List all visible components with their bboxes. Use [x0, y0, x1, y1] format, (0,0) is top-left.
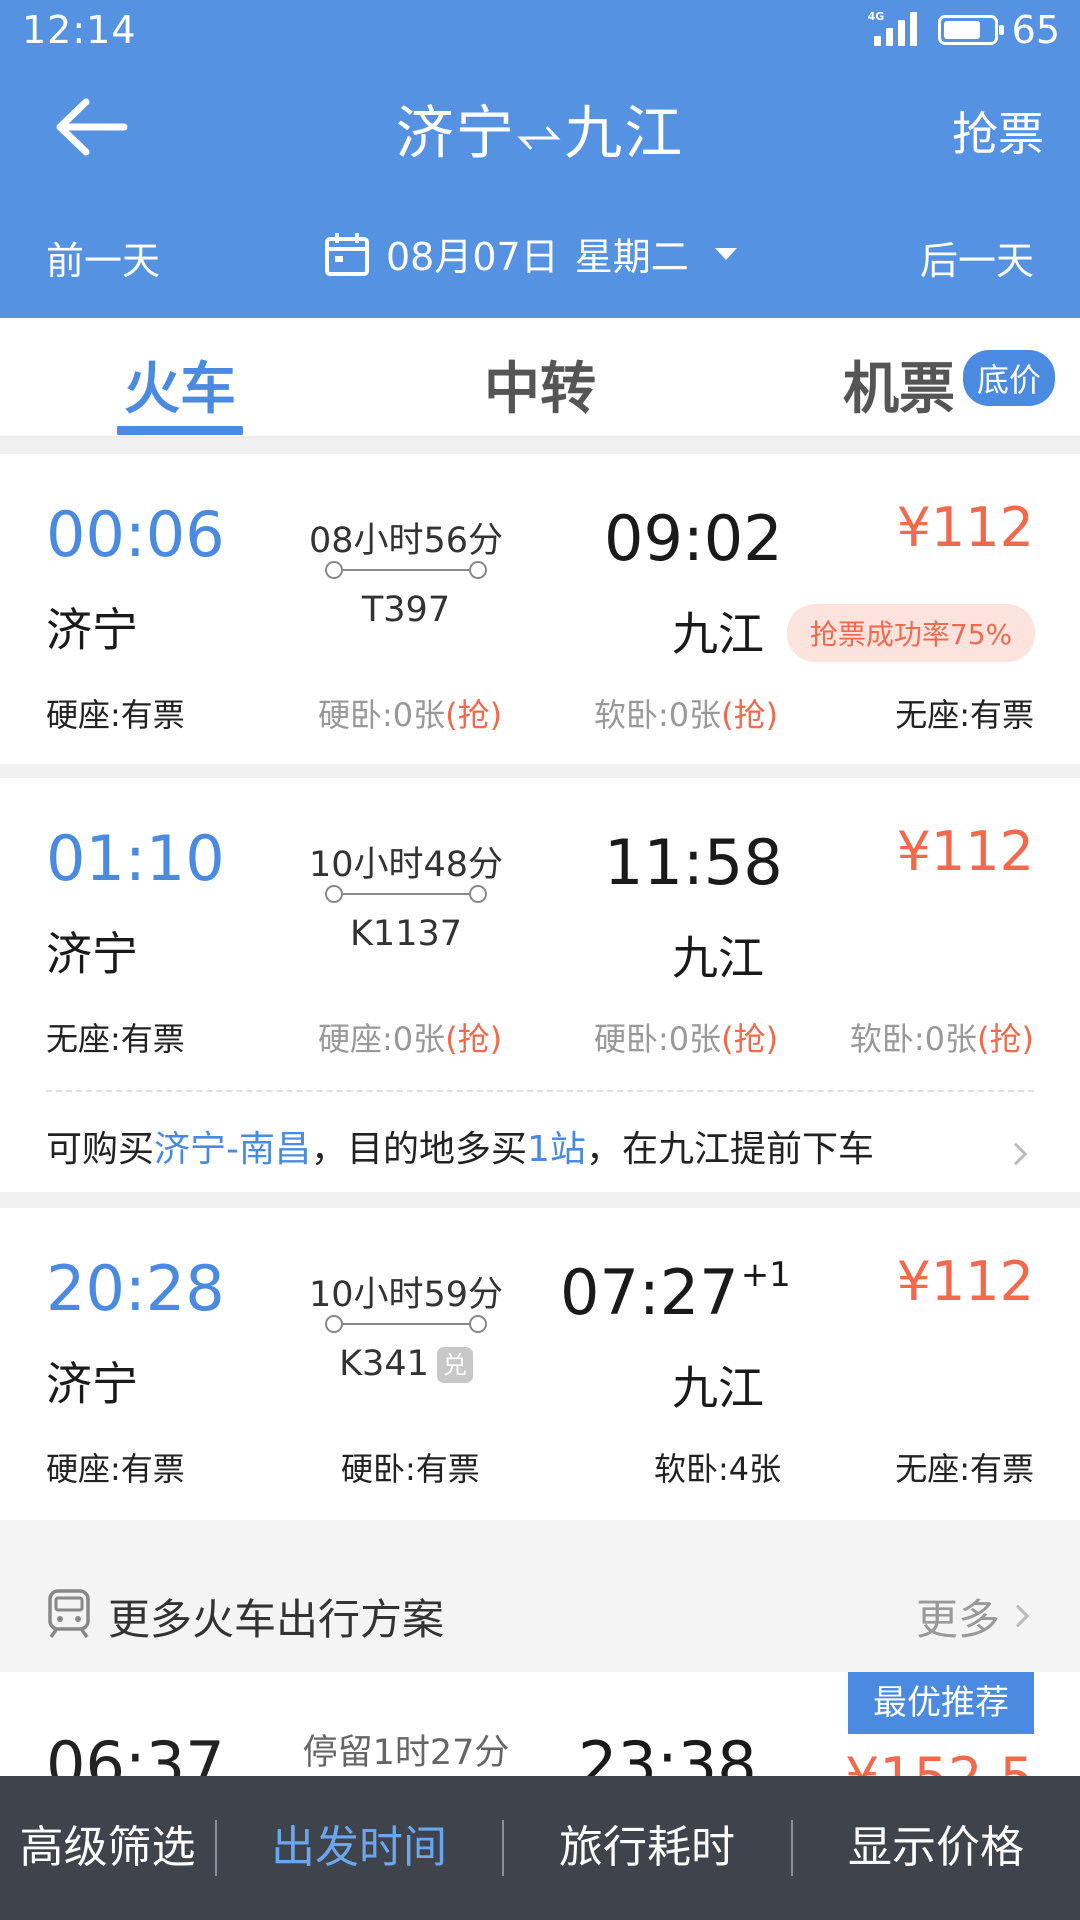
- divider: [46, 1090, 1034, 1092]
- sort-duration-button[interactable]: 旅行耗时: [503, 1776, 791, 1920]
- departure-time: 01:10: [46, 822, 225, 895]
- duration: 10小时48分: [308, 845, 504, 885]
- seat-info: 硬卧:0张(抢): [594, 1020, 779, 1058]
- departure-station: 济宁: [46, 927, 138, 981]
- next-day-marker: +1: [740, 1255, 791, 1296]
- price: ¥112: [896, 1250, 1034, 1313]
- tab-train[interactable]: 火车: [124, 344, 236, 425]
- next-day-button[interactable]: 后一天: [920, 230, 1034, 285]
- status-bar: 12:14 4G 65: [0, 0, 1080, 68]
- train-icon: [48, 1589, 90, 1638]
- swap-icon: ⥋: [515, 99, 565, 167]
- success-rate-badge: 抢票成功率75%: [787, 604, 1035, 662]
- mode-tabs: 火车 中转 机票 底价: [0, 318, 1080, 438]
- arrival-time: 11:58: [604, 826, 783, 899]
- bottom-sort-bar: 高级筛选 出发时间 旅行耗时 显示价格: [0, 1776, 1080, 1920]
- advanced-filter-button[interactable]: 高级筛选: [0, 1776, 215, 1920]
- arrival-time: 23:38: [578, 1728, 757, 1780]
- grab-label[interactable]: (抢): [721, 1020, 778, 1058]
- caret-down-icon: [714, 247, 737, 260]
- chevron-right-icon: [1004, 1142, 1028, 1166]
- train-card[interactable]: 20:28 10小时59分 K341 兑 07:27+1 ¥112 济宁 九江 硬…: [0, 1208, 1080, 1520]
- prev-day-button[interactable]: 前一天: [46, 230, 160, 285]
- more-train-options[interactable]: 更多火车出行方案 更多: [0, 1520, 1080, 1672]
- grab-label[interactable]: (抢): [721, 696, 778, 734]
- price: ¥112: [896, 496, 1034, 559]
- route-line-icon: [325, 559, 487, 581]
- seat-info: 软卧:4张: [654, 1450, 782, 1488]
- seat-info: 软卧:0张(抢): [849, 1020, 1034, 1058]
- arrow-left-icon: [56, 98, 128, 156]
- seat-info: 硬卧:0张(抢): [318, 696, 503, 734]
- back-button[interactable]: [52, 92, 132, 162]
- train-card[interactable]: 00:06 08小时56分 T397 09:02 ¥112 济宁 九江 抢票成功…: [0, 454, 1080, 764]
- more-title: 更多火车出行方案: [108, 1595, 445, 1644]
- status-time: 12:14: [22, 8, 137, 52]
- route-line-icon: [325, 883, 487, 905]
- battery-icon: [937, 15, 1004, 45]
- route-line-icon: [325, 1313, 487, 1335]
- hint-route: 济宁-南昌: [154, 1129, 312, 1170]
- network-type: 4G: [867, 10, 885, 23]
- duration: 10小时59分: [308, 1275, 504, 1315]
- price: ¥112: [896, 820, 1034, 883]
- from-station: 济宁: [395, 99, 516, 167]
- recommended-card[interactable]: 最优推荐 06:37 停留1时27分 23:38 ¥152.5: [0, 1672, 1080, 1780]
- date-row: 前一天 08月07日 星期二 后一天: [0, 222, 1080, 292]
- signal-icon: 4G: [868, 10, 924, 50]
- chevron-right-icon: [1006, 1604, 1030, 1628]
- date-text: 08月07日: [386, 235, 559, 279]
- show-price-button[interactable]: 显示价格: [792, 1776, 1080, 1920]
- lowest-price-badge: 底价: [963, 350, 1056, 406]
- duration: 08小时56分: [308, 521, 504, 561]
- header: 12:14 4G 65 济宁⥋九江 抢票 前一天 08月07日 星期二 后一天: [0, 0, 1080, 318]
- status-indicators: 4G 65: [868, 8, 1060, 52]
- grab-ticket-button[interactable]: 抢票: [952, 98, 1044, 164]
- hint-stops: 1站: [527, 1129, 586, 1170]
- seat-info: 无座:有票: [895, 696, 1034, 734]
- departure-time: 06:37: [46, 1728, 225, 1780]
- seat-info: 无座:有票: [46, 1020, 185, 1058]
- arrival-time: 07:27+1: [560, 1255, 791, 1329]
- best-recommend-badge: 最优推荐: [848, 1672, 1034, 1734]
- seat-info: 硬座:有票: [46, 696, 185, 734]
- calendar-icon: [325, 232, 369, 276]
- active-tab-indicator: [117, 426, 243, 435]
- price: ¥152.5: [845, 1746, 1034, 1780]
- buy-more-hint[interactable]: 可购买济宁-南昌，目的地多买1站，在九江提前下车: [46, 1120, 874, 1172]
- stay-duration: 停留1时27分: [302, 1733, 510, 1773]
- seat-info: 硬座:有票: [46, 1450, 185, 1488]
- arrival-time: 09:02: [604, 502, 783, 575]
- to-station: 九江: [564, 99, 685, 167]
- grab-label[interactable]: (抢): [445, 696, 502, 734]
- departure-time: 00:06: [46, 498, 225, 571]
- departure-time: 20:28: [46, 1252, 225, 1325]
- departure-station: 济宁: [46, 603, 138, 657]
- arrival-station: 九江: [672, 607, 764, 661]
- seat-info: 软卧:0张(抢): [594, 696, 779, 734]
- arrival-station: 九江: [672, 931, 764, 985]
- battery-level: 65: [1011, 8, 1060, 52]
- train-number: T397: [361, 590, 451, 630]
- weekday-text: 星期二: [574, 235, 689, 279]
- departure-station: 济宁: [46, 1357, 138, 1411]
- date-picker[interactable]: 08月07日 星期二: [324, 226, 737, 281]
- tab-flight[interactable]: 机票: [843, 344, 955, 425]
- sort-departure-time-button[interactable]: 出发时间: [216, 1776, 502, 1920]
- arrival-station: 九江: [672, 1361, 764, 1415]
- grab-label[interactable]: (抢): [977, 1020, 1034, 1058]
- route-title: 济宁⥋九江: [250, 86, 830, 170]
- train-card[interactable]: 01:10 10小时48分 K1137 11:58 ¥112 济宁 九江 无座:…: [0, 778, 1080, 1192]
- grab-label[interactable]: (抢): [445, 1020, 502, 1058]
- seat-info: 硬座:0张(抢): [318, 1020, 503, 1058]
- train-number: K341 兑: [306, 1344, 506, 1384]
- seat-info: 硬卧:有票: [341, 1450, 480, 1488]
- more-link[interactable]: 更多: [916, 1586, 1000, 1647]
- train-number: K1137: [349, 914, 463, 954]
- tab-transfer[interactable]: 中转: [484, 344, 596, 425]
- exchange-badge: 兑: [436, 1347, 473, 1383]
- seat-info: 无座:有票: [895, 1450, 1034, 1488]
